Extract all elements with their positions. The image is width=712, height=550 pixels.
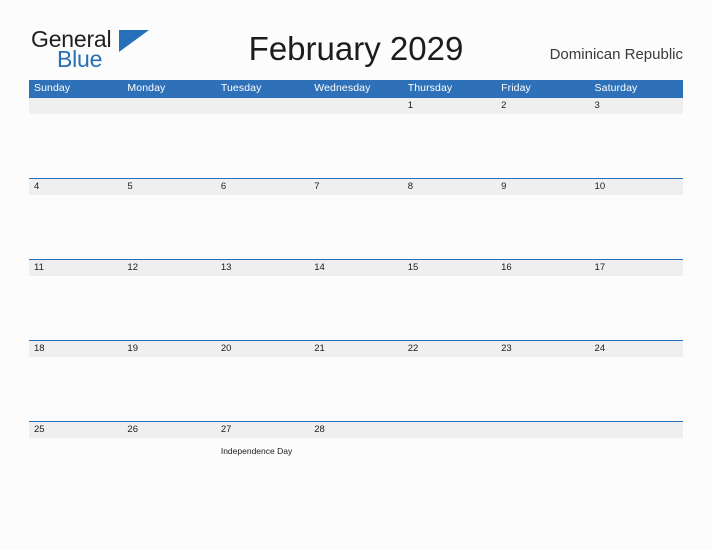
day-cell[interactable] bbox=[590, 114, 683, 178]
weekday-monday: Monday bbox=[127, 82, 166, 94]
day-cell[interactable] bbox=[216, 195, 309, 259]
day-cell[interactable] bbox=[122, 114, 215, 178]
day-number[interactable]: 28 bbox=[309, 422, 402, 438]
weekday-saturday: Saturday bbox=[594, 82, 638, 94]
day-number[interactable]: 25 bbox=[29, 422, 122, 438]
day-cell[interactable] bbox=[122, 195, 215, 259]
day-number[interactable]: 26 bbox=[122, 422, 215, 438]
day-number[interactable]: 5 bbox=[122, 179, 215, 195]
weekday-thursday: Thursday bbox=[407, 82, 453, 94]
day-number[interactable]: 18 bbox=[29, 341, 122, 357]
week-row: 1 2 3 bbox=[29, 97, 683, 178]
day-cell[interactable] bbox=[122, 438, 215, 502]
day-cell[interactable] bbox=[496, 195, 589, 259]
day-number[interactable]: 3 bbox=[590, 98, 683, 114]
events-row bbox=[29, 195, 683, 259]
day-number[interactable]: 16 bbox=[496, 260, 589, 276]
day-number[interactable]: 7 bbox=[309, 179, 402, 195]
day-cell[interactable] bbox=[590, 438, 683, 502]
day-cell[interactable] bbox=[403, 195, 496, 259]
day-cell[interactable] bbox=[29, 195, 122, 259]
day-cell[interactable] bbox=[403, 438, 496, 502]
day-cell[interactable] bbox=[122, 357, 215, 421]
day-number[interactable]: 22 bbox=[403, 341, 496, 357]
week-row: 25 26 27 28 Independence Day bbox=[29, 421, 683, 502]
day-cell[interactable] bbox=[403, 276, 496, 340]
day-number[interactable]: 11 bbox=[29, 260, 122, 276]
day-cell[interactable] bbox=[403, 114, 496, 178]
day-cell[interactable] bbox=[496, 357, 589, 421]
events-row bbox=[29, 114, 683, 178]
day-number[interactable]: 17 bbox=[590, 260, 683, 276]
day-cell[interactable] bbox=[403, 357, 496, 421]
day-number[interactable] bbox=[216, 98, 309, 114]
day-number[interactable]: 4 bbox=[29, 179, 122, 195]
day-cell[interactable] bbox=[496, 438, 589, 502]
day-cell[interactable]: Independence Day bbox=[216, 438, 309, 502]
region-label: Dominican Republic bbox=[549, 46, 683, 63]
event-label: Independence Day bbox=[220, 446, 293, 456]
day-cell[interactable] bbox=[309, 276, 402, 340]
day-number[interactable]: 9 bbox=[496, 179, 589, 195]
weekday-header-row: Sunday Monday Tuesday Wednesday Thursday… bbox=[29, 80, 683, 97]
day-cell[interactable] bbox=[29, 276, 122, 340]
day-cell[interactable] bbox=[309, 195, 402, 259]
day-number[interactable] bbox=[309, 98, 402, 114]
events-row: Independence Day bbox=[29, 438, 683, 502]
day-number[interactable]: 2 bbox=[496, 98, 589, 114]
day-number[interactable]: 6 bbox=[216, 179, 309, 195]
day-cell[interactable] bbox=[496, 114, 589, 178]
day-cell[interactable] bbox=[122, 276, 215, 340]
weekday-friday: Friday bbox=[501, 82, 531, 94]
date-band: 18 19 20 21 22 23 24 bbox=[29, 341, 683, 357]
day-number[interactable]: 12 bbox=[122, 260, 215, 276]
date-band: 4 5 6 7 8 9 10 bbox=[29, 179, 683, 195]
day-number[interactable] bbox=[496, 422, 589, 438]
day-cell[interactable] bbox=[29, 357, 122, 421]
day-cell[interactable] bbox=[309, 357, 402, 421]
day-number[interactable]: 1 bbox=[403, 98, 496, 114]
calendar-grid: Sunday Monday Tuesday Wednesday Thursday… bbox=[29, 80, 683, 502]
day-number[interactable]: 14 bbox=[309, 260, 402, 276]
day-number[interactable]: 20 bbox=[216, 341, 309, 357]
day-cell[interactable] bbox=[216, 357, 309, 421]
day-number[interactable]: 24 bbox=[590, 341, 683, 357]
week-row: 11 12 13 14 15 16 17 bbox=[29, 259, 683, 340]
day-cell[interactable] bbox=[309, 114, 402, 178]
day-number[interactable] bbox=[122, 98, 215, 114]
day-cell[interactable] bbox=[590, 195, 683, 259]
weekday-tuesday: Tuesday bbox=[220, 82, 262, 94]
day-cell[interactable] bbox=[590, 357, 683, 421]
events-row bbox=[29, 276, 683, 340]
day-number[interactable] bbox=[29, 98, 122, 114]
day-number[interactable]: 10 bbox=[590, 179, 683, 195]
date-band: 11 12 13 14 15 16 17 bbox=[29, 260, 683, 276]
page-header: General Blue February 2029 Dominican Rep… bbox=[0, 0, 712, 80]
day-cell[interactable] bbox=[29, 438, 122, 502]
day-number[interactable]: 8 bbox=[403, 179, 496, 195]
week-row: 4 5 6 7 8 9 10 bbox=[29, 178, 683, 259]
weekday-sunday: Sunday bbox=[34, 82, 71, 94]
day-cell[interactable] bbox=[590, 276, 683, 340]
day-number[interactable]: 15 bbox=[403, 260, 496, 276]
day-number[interactable]: 23 bbox=[496, 341, 589, 357]
week-row: 18 19 20 21 22 23 24 bbox=[29, 340, 683, 421]
day-number[interactable]: 21 bbox=[309, 341, 402, 357]
day-number[interactable] bbox=[590, 422, 683, 438]
day-number[interactable]: 19 bbox=[122, 341, 215, 357]
day-cell[interactable] bbox=[216, 276, 309, 340]
day-number[interactable] bbox=[403, 422, 496, 438]
date-band: 1 2 3 bbox=[29, 98, 683, 114]
day-number[interactable]: 27 bbox=[216, 422, 309, 438]
day-cell[interactable] bbox=[29, 114, 122, 178]
weekday-wednesday: Wednesday bbox=[314, 82, 371, 94]
day-number[interactable]: 13 bbox=[216, 260, 309, 276]
events-row bbox=[29, 357, 683, 421]
day-cell[interactable] bbox=[216, 114, 309, 178]
date-band: 25 26 27 28 bbox=[29, 422, 683, 438]
day-cell[interactable] bbox=[496, 276, 589, 340]
day-cell[interactable] bbox=[309, 438, 402, 502]
